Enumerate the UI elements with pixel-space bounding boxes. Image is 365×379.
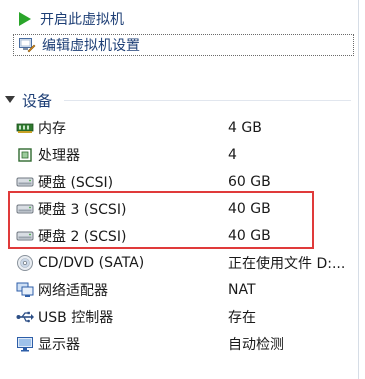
device-value: 60 GB (228, 174, 271, 190)
device-row-display[interactable]: 显示器 自动检测 (16, 331, 356, 357)
hard-disk-icon (16, 173, 34, 191)
section-divider (64, 99, 351, 101)
network-adapter-icon (16, 281, 34, 299)
device-name: 内存 (38, 121, 66, 137)
device-value: NAT (228, 282, 256, 298)
device-name: 网络适配器 (38, 283, 108, 299)
cpu-icon (16, 146, 34, 164)
play-icon (16, 10, 34, 28)
highlight-annotation-box (8, 191, 314, 249)
device-row-network-adapter[interactable]: 网络适配器 NAT (16, 277, 356, 303)
start-vm-label: 开启此虚拟机 (40, 12, 124, 28)
start-vm-action[interactable]: 开启此虚拟机 (12, 7, 124, 31)
cd-dvd-icon (16, 254, 34, 272)
device-name: 硬盘 (SCSI) (38, 175, 114, 191)
panel-border (358, 0, 359, 379)
settings-edit-icon (18, 36, 36, 54)
device-value: 4 (228, 147, 237, 163)
device-name: 显示器 (38, 337, 80, 353)
device-row-usb-controller[interactable]: USB 控制器 存在 (16, 304, 356, 330)
usb-icon (16, 308, 34, 326)
display-icon (16, 335, 34, 353)
edit-vm-settings-label: 编辑虚拟机设置 (42, 38, 140, 54)
edit-vm-settings-action[interactable]: 编辑虚拟机设置 (13, 34, 354, 56)
collapse-triangle-icon[interactable] (2, 92, 18, 108)
device-name: 处理器 (38, 148, 80, 164)
device-row-cd-dvd[interactable]: CD/DVD (SATA) 正在使用文件 D:... (16, 250, 356, 276)
device-name: CD/DVD (SATA) (38, 255, 145, 271)
device-value: 4 GB (228, 120, 262, 136)
device-name: USB 控制器 (38, 310, 114, 326)
devices-section-header[interactable]: 设备 (0, 89, 355, 111)
device-row-memory[interactable]: 内存 4 GB (16, 115, 356, 141)
devices-section-title: 设备 (22, 91, 53, 110)
memory-icon (16, 119, 34, 137)
device-value: 存在 (228, 310, 256, 326)
device-value: 正在使用文件 D:... (228, 256, 346, 272)
device-row-processor[interactable]: 处理器 4 (16, 142, 356, 168)
device-value: 自动检测 (228, 337, 284, 353)
